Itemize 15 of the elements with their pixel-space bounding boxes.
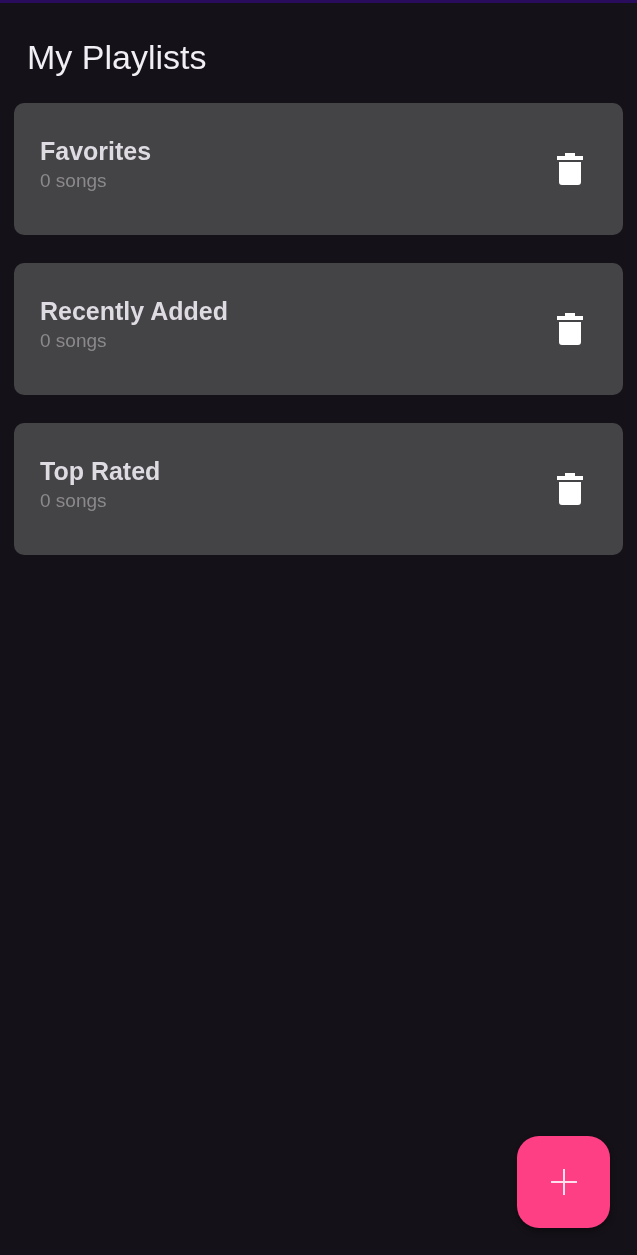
playlist-card[interactable]: Recently Added 0 songs <box>14 263 623 395</box>
add-button[interactable] <box>517 1136 610 1228</box>
song-count: 0 songs <box>40 329 107 352</box>
delete-icon[interactable] <box>557 473 583 505</box>
plus-icon <box>550 1169 577 1195</box>
delete-icon[interactable] <box>557 313 583 345</box>
song-count: 0 songs <box>40 489 107 512</box>
page-title: My Playlists <box>27 37 207 77</box>
playlist-name: Top Rated <box>40 456 161 486</box>
playlist-name: Recently Added <box>40 296 228 326</box>
playlist-name: Favorites <box>40 136 152 166</box>
delete-icon[interactable] <box>557 153 583 185</box>
playlist-card[interactable]: Top Rated 0 songs <box>14 423 623 555</box>
song-count: 0 songs <box>40 169 107 192</box>
playlist-card[interactable]: Favorites 0 songs <box>14 103 623 235</box>
